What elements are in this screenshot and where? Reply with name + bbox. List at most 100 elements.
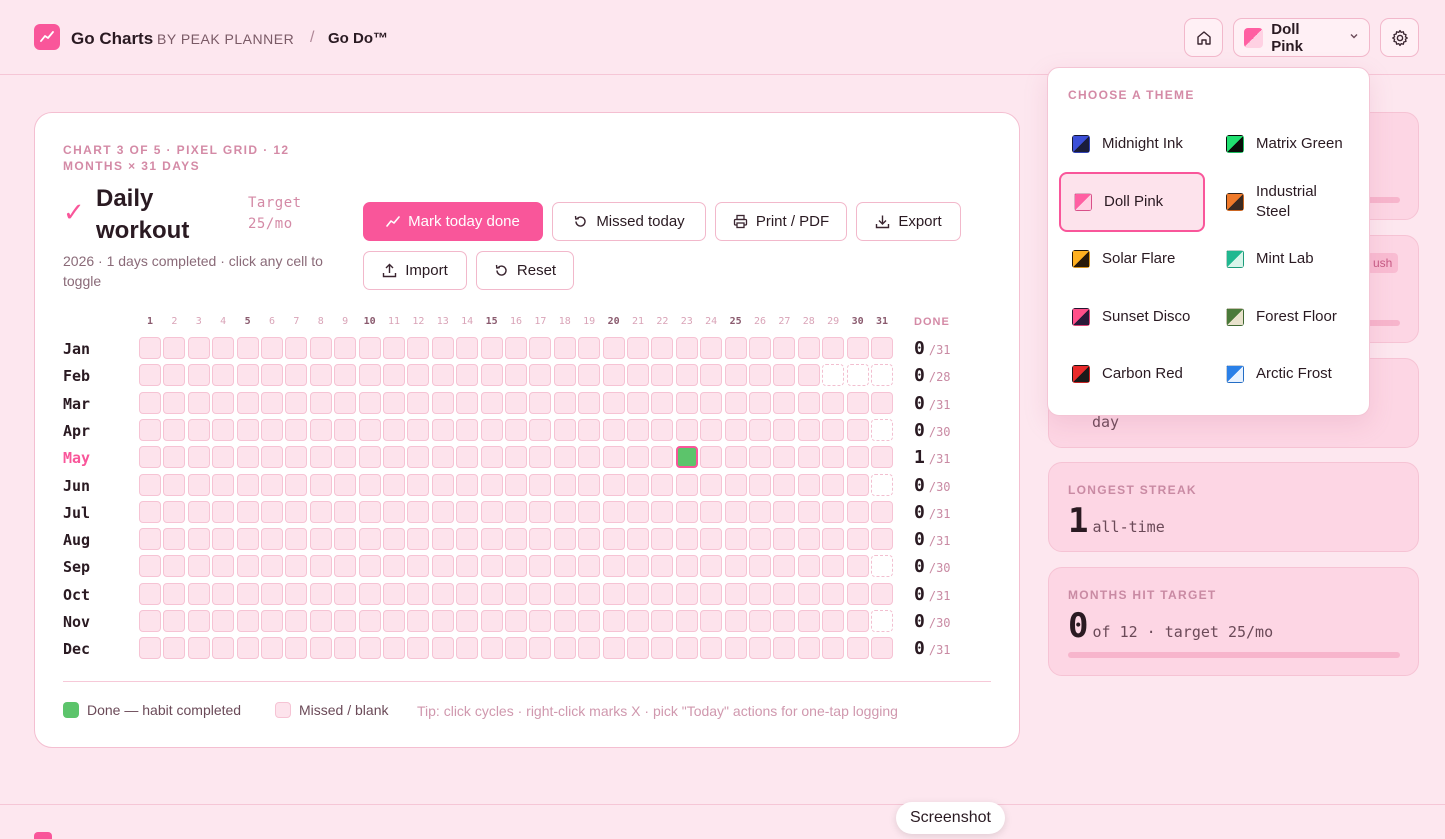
day-cell-apr-9[interactable] [334,418,357,441]
day-cell-sep-8[interactable] [309,555,332,578]
day-cell-jul-6[interactable] [261,500,283,523]
day-cell-jun-26[interactable] [749,473,771,496]
day-cell-jul-23[interactable] [675,500,698,523]
day-cell-oct-4[interactable] [212,582,235,605]
day-cell-jan-21[interactable] [627,337,649,359]
day-cell-mar-20[interactable] [602,391,625,414]
day-cell-jun-4[interactable] [212,473,235,496]
day-cell-oct-23[interactable] [675,582,698,605]
day-cell-aug-28[interactable] [797,528,820,551]
day-cell-feb-22[interactable] [651,364,674,387]
day-cell-mar-4[interactable] [212,391,235,414]
day-cell-sep-15[interactable] [480,555,503,578]
day-cell-jul-13[interactable] [431,500,454,523]
day-cell-jun-12[interactable] [407,473,430,496]
day-cell-apr-6[interactable] [261,418,283,441]
day-cell-oct-8[interactable] [309,582,332,605]
day-cell-apr-19[interactable] [578,418,601,441]
day-cell-sep-26[interactable] [749,555,771,578]
day-cell-nov-16[interactable] [505,610,527,632]
day-cell-sep-28[interactable] [797,555,820,578]
day-cell-dec-12[interactable] [407,637,430,660]
day-cell-apr-8[interactable] [309,418,332,441]
day-cell-oct-11[interactable] [383,582,405,605]
missed-today-button[interactable]: Missed today [552,202,706,241]
day-cell-mar-9[interactable] [334,391,357,414]
day-cell-feb-18[interactable] [553,364,576,387]
day-cell-nov-10[interactable] [358,610,381,632]
day-cell-apr-25[interactable] [724,418,747,441]
day-cell-aug-6[interactable] [261,528,283,551]
day-cell-jan-18[interactable] [553,337,576,359]
day-cell-feb-28[interactable] [797,364,820,387]
day-cell-dec-1[interactable] [139,637,161,660]
day-cell-jan-27[interactable] [773,337,796,359]
print-pdf-button[interactable]: Print / PDF [715,202,847,241]
day-cell-jul-28[interactable] [797,500,820,523]
day-cell-may-21[interactable] [627,446,649,469]
day-cell-jan-11[interactable] [383,337,405,359]
day-cell-jan-3[interactable] [187,337,210,359]
day-cell-mar-3[interactable] [187,391,210,414]
day-cell-sep-3[interactable] [187,555,210,578]
day-cell-aug-1[interactable] [139,528,161,551]
day-cell-jul-20[interactable] [602,500,625,523]
day-cell-jun-15[interactable] [480,473,503,496]
day-cell-feb-20[interactable] [602,364,625,387]
day-cell-nov-12[interactable] [407,610,430,632]
day-cell-jun-10[interactable] [358,473,381,496]
day-cell-sep-23[interactable] [675,555,698,578]
day-cell-apr-22[interactable] [651,418,674,441]
day-cell-aug-22[interactable] [651,528,674,551]
day-cell-jul-2[interactable] [163,500,186,523]
day-cell-sep-27[interactable] [773,555,796,578]
day-cell-oct-9[interactable] [334,582,357,605]
day-cell-may-29[interactable] [822,446,845,469]
theme-option-matrix-green[interactable]: Matrix Green [1213,114,1359,174]
day-cell-dec-31[interactable] [871,637,893,660]
theme-option-midnight-ink[interactable]: Midnight Ink [1059,114,1205,174]
day-cell-jul-14[interactable] [456,500,479,523]
day-cell-feb-16[interactable] [505,364,527,387]
day-cell-mar-6[interactable] [261,391,283,414]
day-cell-jul-1[interactable] [139,500,161,523]
day-cell-jul-17[interactable] [529,500,552,523]
day-cell-nov-25[interactable] [724,610,747,632]
day-cell-jun-2[interactable] [163,473,186,496]
day-cell-apr-21[interactable] [627,418,649,441]
day-cell-feb-7[interactable] [285,364,308,387]
day-cell-jul-19[interactable] [578,500,601,523]
day-cell-nov-22[interactable] [651,610,674,632]
theme-option-doll-pink[interactable]: Doll Pink [1059,171,1205,232]
chart-trend-icon[interactable] [34,24,60,50]
day-cell-feb-24[interactable] [700,364,723,387]
day-cell-jan-2[interactable] [163,337,186,359]
day-cell-dec-4[interactable] [212,637,235,660]
day-cell-oct-16[interactable] [505,582,527,605]
day-cell-jun-17[interactable] [529,473,552,496]
day-cell-sep-24[interactable] [700,555,723,578]
day-cell-nov-23[interactable] [675,610,698,632]
day-cell-sep-7[interactable] [285,555,308,578]
day-cell-jun-29[interactable] [822,473,845,496]
day-cell-aug-4[interactable] [212,528,235,551]
day-cell-oct-28[interactable] [797,582,820,605]
day-cell-jan-12[interactable] [407,337,430,359]
day-cell-dec-19[interactable] [578,637,601,660]
day-cell-feb-17[interactable] [529,364,552,387]
day-cell-jul-5[interactable] [236,500,259,523]
day-cell-jun-5[interactable] [236,473,259,496]
day-cell-oct-5[interactable] [236,582,259,605]
day-cell-may-9[interactable] [334,446,357,469]
day-cell-jul-4[interactable] [212,500,235,523]
day-cell-mar-7[interactable] [285,391,308,414]
day-cell-jul-29[interactable] [822,500,845,523]
day-cell-apr-1[interactable] [139,418,161,441]
day-cell-jun-19[interactable] [578,473,601,496]
day-cell-jun-11[interactable] [383,473,405,496]
day-cell-may-3[interactable] [187,446,210,469]
day-cell-feb-1[interactable] [139,364,161,387]
day-cell-aug-15[interactable] [480,528,503,551]
day-cell-aug-30[interactable] [846,528,869,551]
day-cell-apr-10[interactable] [358,418,381,441]
